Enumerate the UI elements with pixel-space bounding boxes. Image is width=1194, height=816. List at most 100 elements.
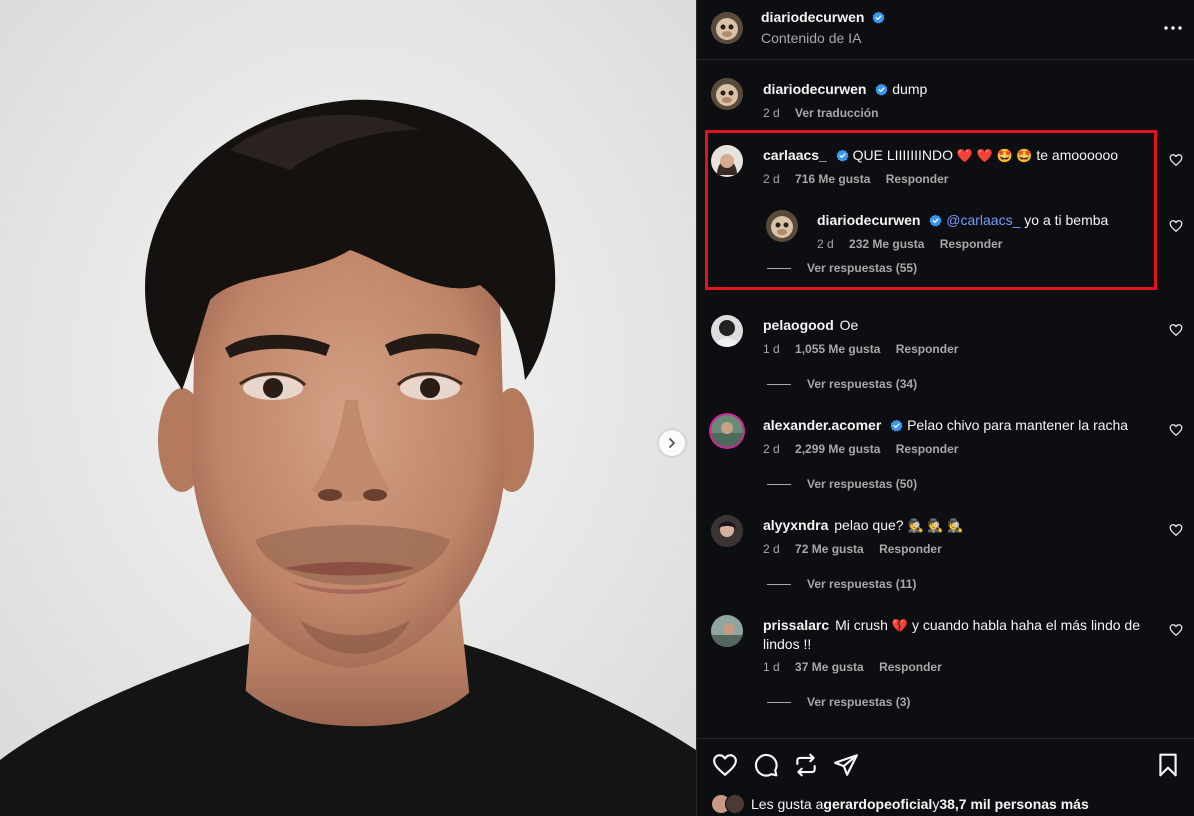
view-replies-label: Ver respuestas (3): [807, 695, 911, 709]
monkey-avatar-image: [711, 78, 743, 110]
likes-suffix: y: [932, 796, 940, 812]
comment-text: pelao que?: [834, 517, 904, 533]
comment-likes[interactable]: 716 Me gusta: [795, 172, 870, 186]
bookmark-icon[interactable]: [1155, 752, 1181, 778]
ai-content-label[interactable]: Contenido de IA: [761, 30, 861, 46]
heart-icon[interactable]: [1169, 423, 1183, 437]
comment-time: 1 d: [763, 660, 780, 674]
post-header: diariodecurwen Contenido de IA: [697, 0, 1194, 60]
caption-text: dump: [892, 81, 928, 97]
chevron-right-icon: [669, 438, 675, 448]
monkey-avatar-image: [711, 12, 743, 44]
reply-button[interactable]: Responder: [886, 172, 949, 186]
heart-icon[interactable]: [1169, 623, 1183, 637]
divider: [767, 483, 791, 485]
divider: [767, 701, 791, 703]
comment-username[interactable]: carlaacs_: [763, 147, 827, 163]
comment-time: 2 d: [817, 237, 834, 251]
next-photo-button[interactable]: [659, 430, 685, 456]
comment-text: Pelao chivo para mantener la racha: [907, 417, 1129, 433]
reply-button[interactable]: Responder: [940, 237, 1003, 251]
monkey-avatar-image: [766, 210, 798, 242]
avatar[interactable]: [711, 615, 743, 647]
heart-icon[interactable]: [1169, 523, 1183, 537]
view-replies-label: Ver respuestas (34): [807, 377, 918, 391]
avatar[interactable]: [711, 415, 743, 447]
heart-icon[interactable]: [1169, 219, 1183, 233]
user-avatar-image: [711, 415, 743, 447]
view-replies-label: Ver respuestas (11): [807, 577, 917, 591]
comment-likes[interactable]: 232 Me gusta: [849, 237, 924, 251]
likes-count[interactable]: 38,7 mil personas más: [939, 796, 1088, 812]
mention-link[interactable]: @carlaacs_: [946, 212, 1020, 228]
view-replies-label: Ver respuestas (55): [807, 261, 918, 275]
user-avatar-image: [711, 515, 743, 547]
view-replies-button[interactable]: Ver respuestas (3): [767, 695, 910, 709]
reply-button[interactable]: Responder: [879, 660, 942, 674]
view-replies-button[interactable]: Ver respuestas (11): [767, 577, 916, 591]
view-replies-button[interactable]: Ver respuestas (34): [767, 377, 917, 391]
reply-button[interactable]: Responder: [896, 442, 959, 456]
heart-icon[interactable]: [1169, 153, 1183, 167]
user-avatar-image: [711, 315, 743, 347]
comment-username[interactable]: diariodecurwen: [817, 212, 920, 228]
avatar[interactable]: [766, 210, 798, 242]
likes-summary[interactable]: Les gusta a gerardopeoficial y 38,7 mil …: [711, 794, 1089, 814]
comment-emojis: 🕵️ 🕵️ 🕵️: [907, 518, 964, 533]
comment-username[interactable]: alyyxndra: [763, 517, 828, 533]
comment-time: 2 d: [763, 172, 780, 186]
comment-emojis: ❤️ ❤️ 🤩 🤩: [956, 148, 1033, 163]
repost-icon[interactable]: [793, 752, 819, 778]
comments-list[interactable]: diariodecurwen dump 2 d Ver traducción c…: [697, 60, 1194, 738]
verified-badge-icon: [836, 149, 849, 162]
comment-icon[interactable]: [753, 752, 779, 778]
comment-username[interactable]: pelaogood: [763, 317, 834, 333]
post-author-username[interactable]: diariodecurwen: [761, 9, 864, 25]
avatar[interactable]: [711, 12, 743, 44]
view-replies-button[interactable]: Ver respuestas (50): [767, 477, 917, 491]
portrait-image: [0, 0, 696, 816]
comment-username[interactable]: alexander.acomer: [763, 417, 881, 433]
comment-text: Mi crush: [835, 617, 888, 633]
more-horizontal-icon: [1164, 26, 1182, 30]
view-replies-button[interactable]: Ver respuestas (55): [767, 261, 917, 275]
view-replies-label: Ver respuestas (50): [807, 477, 918, 491]
reply-button[interactable]: Responder: [896, 342, 959, 356]
caption-username[interactable]: diariodecurwen: [763, 81, 866, 97]
comment-time: 1 d: [763, 342, 780, 356]
divider: [767, 383, 791, 385]
verified-badge-icon: [875, 83, 888, 96]
comment-emojis: 💔: [891, 618, 909, 633]
comment-time: 2 d: [763, 542, 780, 556]
send-icon[interactable]: [833, 752, 859, 778]
more-options-button[interactable]: [1161, 16, 1185, 40]
avatar[interactable]: [711, 315, 743, 347]
comment-text: QUE LIIIIIIINDO: [852, 147, 953, 163]
heart-icon[interactable]: [1169, 323, 1183, 337]
likes-prefix: Les gusta a: [751, 796, 824, 812]
comment-time: 2 d: [763, 442, 780, 456]
comment-likes[interactable]: 72 Me gusta: [795, 542, 864, 556]
heart-icon[interactable]: [712, 752, 738, 778]
comments-panel: diariodecurwen Contenido de IA diariodec…: [696, 0, 1194, 816]
post-actions-bar: Les gusta a gerardopeoficial y 38,7 mil …: [697, 738, 1194, 816]
liker-avatar: [725, 794, 745, 814]
comment-text-after: te amoooooo: [1036, 147, 1119, 163]
verified-badge-icon: [890, 419, 903, 432]
user-avatar-image: [711, 145, 743, 177]
likes-user[interactable]: gerardopeoficial: [823, 796, 932, 812]
comment-likes[interactable]: 2,299 Me gusta: [795, 442, 880, 456]
comment-text: yo a ti bemba: [1024, 212, 1109, 228]
comment-likes[interactable]: 37 Me gusta: [795, 660, 864, 674]
post-viewer: diariodecurwen Contenido de IA diariodec…: [0, 0, 1194, 816]
reply-button[interactable]: Responder: [879, 542, 942, 556]
divider: [767, 267, 791, 269]
caption-time: 2 d: [763, 106, 780, 120]
see-translation-link[interactable]: Ver traducción: [795, 106, 878, 120]
comment-username[interactable]: prissalarc: [763, 617, 829, 633]
divider: [767, 583, 791, 585]
avatar[interactable]: [711, 145, 743, 177]
avatar[interactable]: [711, 78, 743, 110]
avatar[interactable]: [711, 515, 743, 547]
comment-likes[interactable]: 1,055 Me gusta: [795, 342, 880, 356]
